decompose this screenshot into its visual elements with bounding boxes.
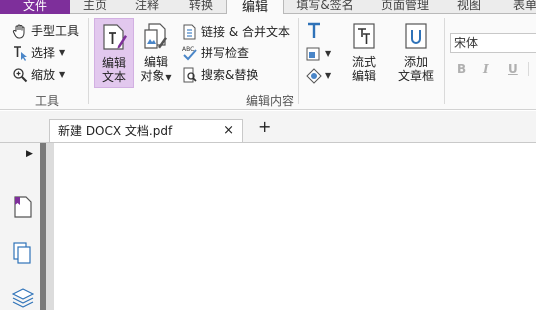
edit-content-group-label: 编辑内容 [245, 94, 294, 108]
zoom-button[interactable]: 缩放 ▼ [12, 65, 65, 84]
spell-check-label: 拼写检查 [201, 46, 250, 60]
tab-view[interactable]: 视图 [452, 0, 486, 14]
search-replace-icon [182, 67, 198, 83]
hand-icon [12, 23, 28, 39]
close-icon[interactable]: × [223, 120, 234, 142]
chevron-down-icon: ▼ [165, 73, 172, 82]
new-tab-button[interactable]: + [258, 117, 271, 136]
edit-text-button[interactable]: 编辑 文本 [94, 18, 134, 88]
select-button[interactable]: 选择 ▼ [12, 43, 65, 62]
flow-edit-button[interactable]: 流式 编辑 [344, 18, 384, 88]
search-replace-label: 搜索&替换 [201, 68, 259, 82]
document-tab-title: 新建 DOCX 文档.pdf [58, 124, 173, 138]
chevron-down-icon: ▼ [59, 48, 66, 57]
add-textbox-label-2: 文章框 [397, 69, 434, 83]
zoom-icon [12, 67, 28, 83]
flow-edit-label-1: 流式 [351, 55, 376, 69]
tab-convert[interactable]: 转换 [184, 0, 218, 14]
bold-button[interactable]: B [457, 62, 466, 76]
shape-icon [306, 67, 322, 84]
chevron-down-icon: ▼ [325, 71, 332, 80]
add-textbox-icon [403, 21, 429, 51]
document-tab[interactable]: 新建 DOCX 文档.pdf × [49, 119, 243, 143]
edit-text-icon [101, 22, 127, 52]
edit-text-label-1: 编辑 [101, 56, 126, 70]
tab-comment[interactable]: 注释 [130, 0, 164, 14]
tab-fill-sign[interactable]: 填写&签名 [294, 0, 356, 14]
svg-text:ABC: ABC [182, 46, 194, 53]
link-merge-label: 链接 & 合并文本 [201, 25, 290, 39]
link-merge-icon [182, 24, 198, 40]
hand-tool-label: 手型工具 [31, 24, 80, 38]
tab-file[interactable]: 文件 [0, 0, 70, 14]
edit-object-label-2: 对象▼ [140, 69, 172, 83]
object-align-button[interactable]: ▼ [306, 44, 331, 63]
edit-object-icon [143, 21, 169, 51]
text-t-icon [306, 22, 322, 38]
tab-page-manage[interactable]: 页面管理 [376, 0, 434, 14]
bookmark-icon[interactable] [12, 195, 34, 219]
edit-object-label-1: 编辑 [143, 55, 168, 69]
text-format-button[interactable] [306, 20, 325, 39]
zoom-label: 缩放 [31, 68, 56, 82]
add-textbox-button[interactable]: 添加 文章框 [394, 18, 438, 88]
navigation-panel [0, 143, 40, 310]
group-divider [88, 18, 89, 104]
shape-button[interactable]: ▼ [306, 66, 331, 85]
hand-tool-button[interactable]: 手型工具 [12, 21, 79, 40]
search-replace-button[interactable]: 搜索&替换 [182, 65, 258, 84]
chevron-down-icon: ▼ [325, 49, 332, 58]
ribbon: 手型工具 选择 ▼ 缩放 ▼ 工具 编辑 文本 编辑 对象▼ 链接 & 合并文本… [0, 14, 536, 110]
edit-object-button[interactable]: 编辑 对象▼ [136, 18, 176, 88]
text-select-icon [12, 45, 28, 61]
edit-text-label-2: 文本 [101, 70, 126, 84]
spell-check-button[interactable]: ABC 拼写检查 [182, 43, 249, 62]
add-textbox-label-1: 添加 [403, 55, 428, 69]
font-name-input[interactable]: 宋体 [450, 33, 536, 53]
group-divider [444, 18, 445, 104]
menu-tab-bar: 文件 主页 注释 转换 编辑 填写&签名 页面管理 视图 表单 [0, 0, 536, 15]
layers-icon[interactable] [11, 286, 35, 310]
tab-edit[interactable]: 编辑 [226, 0, 284, 15]
chevron-down-icon: ▼ [59, 70, 66, 79]
spell-check-icon: ABC [182, 45, 198, 61]
underline-button[interactable]: U [508, 62, 518, 76]
expand-arrow-icon[interactable]: ▶ [26, 149, 33, 159]
document-canvas[interactable] [54, 143, 536, 310]
tools-group-label: 工具 [34, 94, 59, 108]
link-merge-button[interactable]: 链接 & 合并文本 [182, 22, 290, 41]
flow-edit-label-2: 编辑 [351, 69, 376, 83]
italic-button[interactable]: I [483, 62, 489, 76]
tab-home[interactable]: 主页 [78, 0, 112, 14]
group-divider [528, 62, 529, 76]
align-icon [306, 46, 322, 62]
tab-form[interactable]: 表单 [508, 0, 536, 14]
document-gutter [46, 143, 54, 310]
pages-thumbnail-icon[interactable] [12, 241, 34, 265]
select-label: 选择 [31, 46, 56, 60]
flow-edit-icon [351, 21, 377, 51]
